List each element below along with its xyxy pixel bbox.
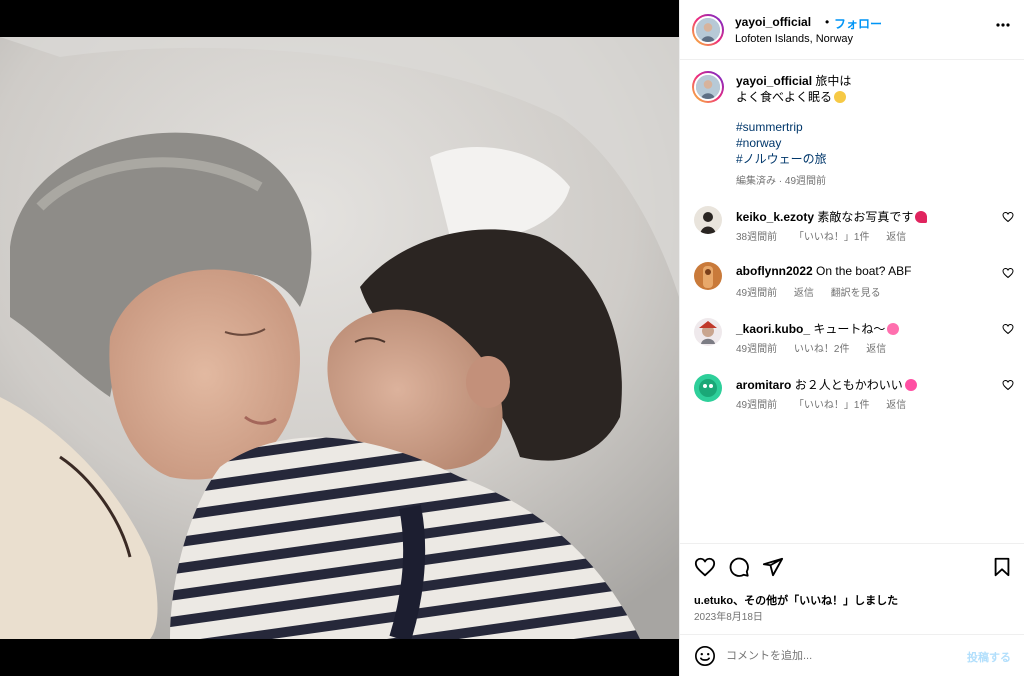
caption-text-line1: 旅中は <box>815 74 852 88</box>
instagram-post-modal: yayoi_official • フォロー Lofoten Islands, N… <box>0 0 1024 676</box>
post-header: yayoi_official • フォロー Lofoten Islands, N… <box>680 0 1024 60</box>
comment-time: 49週間前 <box>736 288 778 299</box>
like-comment-heart-icon[interactable] <box>1002 323 1014 335</box>
comment-username[interactable]: aromitaro <box>736 378 791 392</box>
comment-text: キュートね〜 <box>813 322 886 336</box>
caption-author-avatar[interactable] <box>692 71 724 103</box>
comment-likes-link[interactable]: 「いいね！」1件 <box>794 232 870 243</box>
post-date: 2023年8月18日 <box>694 612 763 623</box>
hashtag-link[interactable]: #summertrip <box>736 119 1006 135</box>
comment-item: aromitaro お２人ともかわいい 49週間前 「いいね！」1件 返信 <box>680 371 1024 421</box>
post-comment-button[interactable]: 投稿する <box>967 649 1011 665</box>
reply-button[interactable]: 返信 <box>886 232 906 243</box>
commenter-avatar[interactable] <box>694 318 722 346</box>
emoji-picker-icon[interactable] <box>694 645 716 667</box>
like-comment-heart-icon[interactable] <box>1002 267 1014 279</box>
post-actions-bar: u.etuko、その他が「いいね！」しました 2023年8月18日 <box>680 543 1024 639</box>
comment-time: 49週間前 <box>736 400 778 411</box>
comment-item: keiko_k.ezoty 素敵なお写真です 38週間前 「いいね！」1件 返信 <box>680 203 1024 253</box>
comment-item: _kaori.kubo_ キュートね〜 49週間前 いいね！2件 返信 <box>680 315 1024 365</box>
comment-meta: 38週間前 「いいね！」1件 返信 <box>736 228 920 243</box>
author-username[interactable]: yayoi_official <box>735 15 811 29</box>
share-send-icon[interactable] <box>762 556 784 578</box>
reply-button[interactable]: 返信 <box>866 344 886 355</box>
comment-body: _kaori.kubo_ キュートね〜 <box>736 320 900 337</box>
heart-exclamation-icon <box>915 211 928 223</box>
separator-dot: • <box>825 15 830 29</box>
comment-text: 素敵なお写真です <box>817 210 914 224</box>
see-translation-link[interactable]: 翻訳を見る <box>831 288 881 299</box>
caption-text-line2: よく食べよく眠る <box>736 90 833 104</box>
post-photo[interactable] <box>0 37 679 639</box>
comment-input[interactable] <box>726 645 946 667</box>
caption-username[interactable]: yayoi_official <box>736 74 812 88</box>
add-comment-bar: 投稿する <box>680 634 1024 676</box>
post-location[interactable]: Lofoten Islands, Norway <box>735 33 853 45</box>
comment-time: 49週間前 <box>736 344 778 355</box>
follow-button[interactable]: フォロー <box>834 15 882 32</box>
comment-text: お２人ともかわいい <box>794 378 903 392</box>
comment-meta: 49週間前 「いいね！」1件 返信 <box>736 396 920 411</box>
like-comment-heart-icon[interactable] <box>1002 211 1014 223</box>
like-heart-icon[interactable] <box>694 556 716 578</box>
commenter-avatar[interactable] <box>694 262 722 290</box>
pink-heart-icon <box>904 379 917 391</box>
comment-likes-link[interactable]: いいね！2件 <box>794 344 850 355</box>
media-viewer <box>0 0 679 676</box>
comment-text: On the boat? ABF <box>816 264 912 278</box>
comment-meta: 49週間前 いいね！2件 返信 <box>736 340 900 355</box>
like-comment-heart-icon[interactable] <box>1002 379 1014 391</box>
comment-body: aboflynn2022 On the boat? ABF <box>736 264 911 278</box>
hashtag-link[interactable]: #ノルウェーの旅 <box>736 151 1006 167</box>
comment-body: keiko_k.ezoty 素敵なお写真です <box>736 208 928 225</box>
hashtag-link[interactable]: #norway <box>736 135 1006 151</box>
comment-time: 38週間前 <box>736 232 778 243</box>
comment-meta: 49週間前 返信 翻訳を見る <box>736 284 895 299</box>
commenter-avatar[interactable] <box>694 206 722 234</box>
likes-summary[interactable]: u.etuko、その他が「いいね！」しました <box>694 592 898 608</box>
post-details-panel: yayoi_official • フォロー Lofoten Islands, N… <box>679 0 1024 676</box>
comment-username[interactable]: _kaori.kubo_ <box>736 322 810 336</box>
comment-username[interactable]: aboflynn2022 <box>736 264 813 278</box>
caption-meta: 編集済み · 49週間前 <box>736 176 827 187</box>
author-avatar[interactable] <box>692 14 724 46</box>
post-caption: yayoi_official 旅中は よく食べよく眠る #summertrip … <box>736 73 1006 167</box>
comment-username[interactable]: keiko_k.ezoty <box>736 210 814 224</box>
comment-body: aromitaro お２人ともかわいい <box>736 376 917 393</box>
comment-bubble-icon[interactable] <box>728 556 750 578</box>
save-bookmark-icon[interactable] <box>991 556 1013 578</box>
reply-button[interactable]: 返信 <box>886 400 906 411</box>
photo-illustration <box>0 37 679 639</box>
comment-likes-link[interactable]: 「いいね！」1件 <box>794 400 870 411</box>
crescent-moon-emoji-icon <box>834 91 847 103</box>
reply-button[interactable]: 返信 <box>794 288 814 299</box>
comment-item: aboflynn2022 On the boat? ABF 49週間前 返信 翻… <box>680 259 1024 309</box>
two-hearts-icon <box>887 323 900 335</box>
more-options-icon[interactable] <box>995 17 1011 33</box>
commenter-avatar[interactable] <box>694 374 722 402</box>
